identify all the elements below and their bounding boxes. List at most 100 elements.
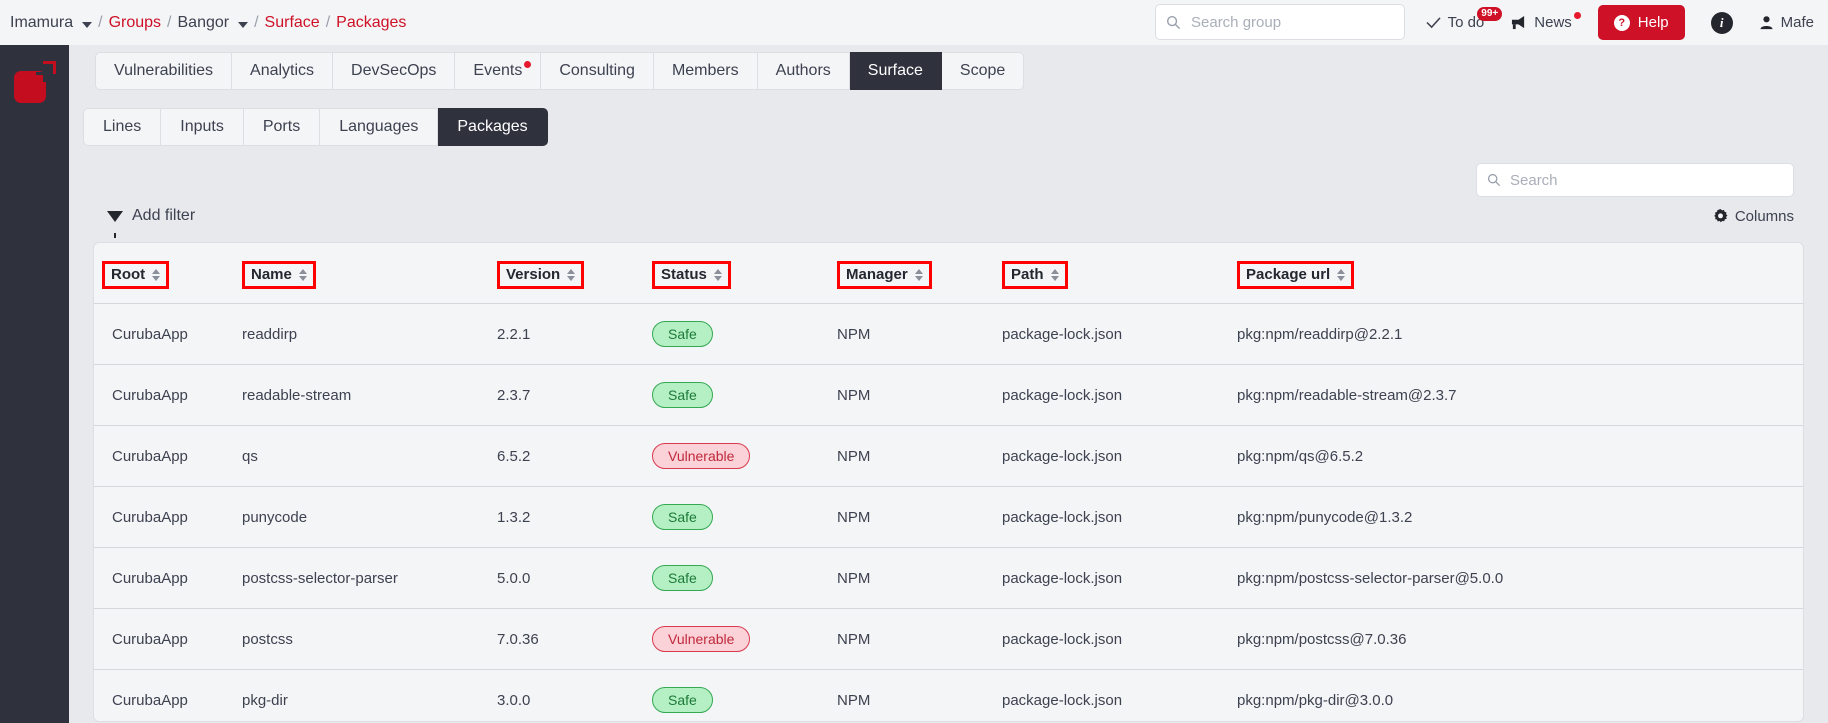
table-head: Root Name Version Status Manager Path Package … (94, 243, 1803, 304)
subtab-label: Lines (103, 118, 142, 135)
tab-authors[interactable]: Authors (757, 52, 850, 90)
package-root-cell: CurubaApp (94, 547, 242, 609)
breadcrumb-separator-1: / (98, 13, 103, 31)
subtab-label: Inputs (180, 118, 224, 135)
table-row[interactable]: CurubaApp postcss-selector-parser 5.0.0 Saf… (94, 547, 1803, 609)
package-path-cell: package-lock.json (1002, 303, 1237, 365)
tab-events[interactable]: Events (455, 52, 542, 90)
packages-table: Root Name Version Status Manager Path Package … (94, 243, 1803, 722)
todo-badge: 99+ (1477, 7, 1503, 21)
tab-consulting[interactable]: Consulting (541, 52, 654, 90)
status-badge: Safe (652, 321, 713, 347)
column-header-manager[interactable]: Manager (837, 243, 1002, 304)
package-url-cell: pkg:npm/qs@6.5.2 (1237, 425, 1803, 487)
column-header-package-url[interactable]: Package url (1237, 243, 1803, 304)
group-search-input[interactable]: Search group (1155, 4, 1405, 40)
column-header-name[interactable]: Name (242, 243, 497, 304)
news-button[interactable]: News (1510, 12, 1581, 31)
status-badge-cell: Safe (652, 303, 837, 365)
status-badge: Safe (652, 687, 713, 713)
column-header-path[interactable]: Path (1002, 243, 1237, 304)
tab-label: Consulting (559, 62, 635, 79)
table-row[interactable]: CurubaApp postcss 7.0.36 Vulnerable NPM packa… (94, 608, 1803, 670)
add-filter-button[interactable]: Add filter (107, 207, 196, 238)
package-url-cell: pkg:npm/postcss@7.0.36 (1237, 608, 1803, 670)
subtab-languages[interactable]: Languages (320, 108, 439, 146)
breadcrumb-project[interactable]: Bangor (178, 14, 230, 32)
info-icon[interactable]: i (1710, 11, 1733, 34)
breadcrumb-groups[interactable]: Groups (109, 14, 161, 32)
tab-devsecops[interactable]: DevSecOps (333, 52, 456, 90)
todo-button[interactable]: To do 99+ (1426, 7, 1503, 31)
column-header-label: Path (1011, 266, 1044, 283)
top-header: Imamura / Groups / Bangor / Surface / Pa… (0, 0, 1828, 45)
tab-label: Analytics (250, 62, 315, 79)
breadcrumb-separator-2: / (167, 13, 172, 31)
column-header-root[interactable]: Root (94, 243, 242, 304)
sort-toggle-icon[interactable] (1337, 268, 1346, 281)
status-badge-cell: Safe (652, 670, 837, 722)
sort-toggle-icon[interactable] (713, 268, 722, 281)
column-header-version[interactable]: Version (497, 243, 652, 304)
package-version-cell: 7.0.36 (497, 608, 652, 670)
breadcrumb-surface[interactable]: Surface (265, 14, 320, 32)
sort-toggle-icon[interactable] (298, 268, 307, 281)
column-header-highlight: Status (652, 261, 731, 289)
package-version-cell: 5.0.0 (497, 547, 652, 609)
breadcrumb-packages[interactable]: Packages (336, 14, 406, 32)
tab-surface[interactable]: Surface (849, 52, 942, 90)
package-manager-cell: NPM (837, 691, 871, 709)
package-name-cell: postcss (242, 608, 497, 670)
columns-button[interactable]: Columns (1713, 208, 1794, 225)
table-search-placeholder: Search (1510, 171, 1558, 189)
subtab-inputs[interactable]: Inputs (161, 108, 244, 146)
tab-label: Vulnerabilities (114, 62, 214, 79)
subtab-lines[interactable]: Lines (83, 108, 162, 146)
table-header-row: Root Name Version Status Manager Path Package … (94, 243, 1803, 304)
package-manager-cell: NPM (837, 425, 1002, 487)
sort-toggle-icon[interactable] (1050, 268, 1059, 281)
help-button[interactable]: ? Help (1597, 5, 1685, 40)
chevron-down-icon[interactable] (82, 21, 93, 28)
status-badge-cell: Vulnerable (652, 608, 837, 670)
tab-label: DevSecOps (351, 62, 437, 79)
package-manager-cell: NPM (837, 303, 1002, 365)
table-row[interactable]: CurubaApp pkg-dir 3.0.0 Safe NPM package-lock… (94, 670, 1803, 722)
user-menu[interactable]: Mafe (1759, 14, 1814, 31)
tab-members[interactable]: Members (653, 52, 758, 90)
subtab-packages[interactable]: Packages (438, 108, 548, 146)
package-name-cell: punycode (242, 486, 497, 548)
table-row[interactable]: CurubaApp readdirp 2.2.1 Safe NPM package-loc… (94, 303, 1803, 365)
gear-icon (1714, 209, 1728, 223)
breadcrumb-org[interactable]: Imamura (10, 14, 73, 32)
package-root-cell: CurubaApp (94, 486, 242, 548)
add-filter-label: Add filter (132, 207, 196, 224)
subtab-label: Ports (262, 118, 301, 135)
tab-vulnerabilities[interactable]: Vulnerabilities (95, 52, 233, 90)
table-row[interactable]: CurubaApp punycode 1.3.2 Safe NPM package-loc… (94, 486, 1803, 548)
column-header-status[interactable]: Status (652, 243, 837, 304)
tab-label: Events (473, 62, 523, 79)
sort-toggle-icon[interactable] (152, 268, 161, 281)
package-url-cell: pkg:npm/readable-stream@2.3.7 (1237, 364, 1803, 426)
question-mark-icon: ? (1613, 14, 1630, 31)
app-logo[interactable] (13, 61, 56, 103)
tab-notification-dot (524, 61, 532, 68)
package-version-cell: 2.2.1 (497, 303, 652, 365)
subtab-ports[interactable]: Ports (243, 108, 321, 146)
package-path-cell: package-lock.json (1002, 486, 1237, 548)
tab-scope[interactable]: Scope (941, 52, 1025, 90)
table-row[interactable]: CurubaApp readable-stream 2.3.7 Safe NPM pack… (94, 364, 1803, 426)
column-header-label: Version (506, 266, 561, 283)
table-row[interactable]: CurubaApp qs 6.5.2 Vulnerable NPM package-loc… (94, 425, 1803, 487)
sort-toggle-icon[interactable] (914, 268, 923, 281)
status-badge: Safe (652, 382, 713, 408)
column-header-label: Package url (1246, 266, 1331, 283)
package-url-cell: pkg:npm/postcss-selector-parser@5.0.0 (1237, 547, 1803, 609)
sort-toggle-icon[interactable] (567, 268, 576, 281)
table-search-input[interactable]: Search (1476, 163, 1794, 197)
column-header-label: Status (661, 266, 707, 283)
tab-analytics[interactable]: Analytics (232, 52, 334, 90)
chevron-down-icon[interactable] (238, 21, 249, 28)
column-header-highlight: Version (497, 261, 585, 289)
